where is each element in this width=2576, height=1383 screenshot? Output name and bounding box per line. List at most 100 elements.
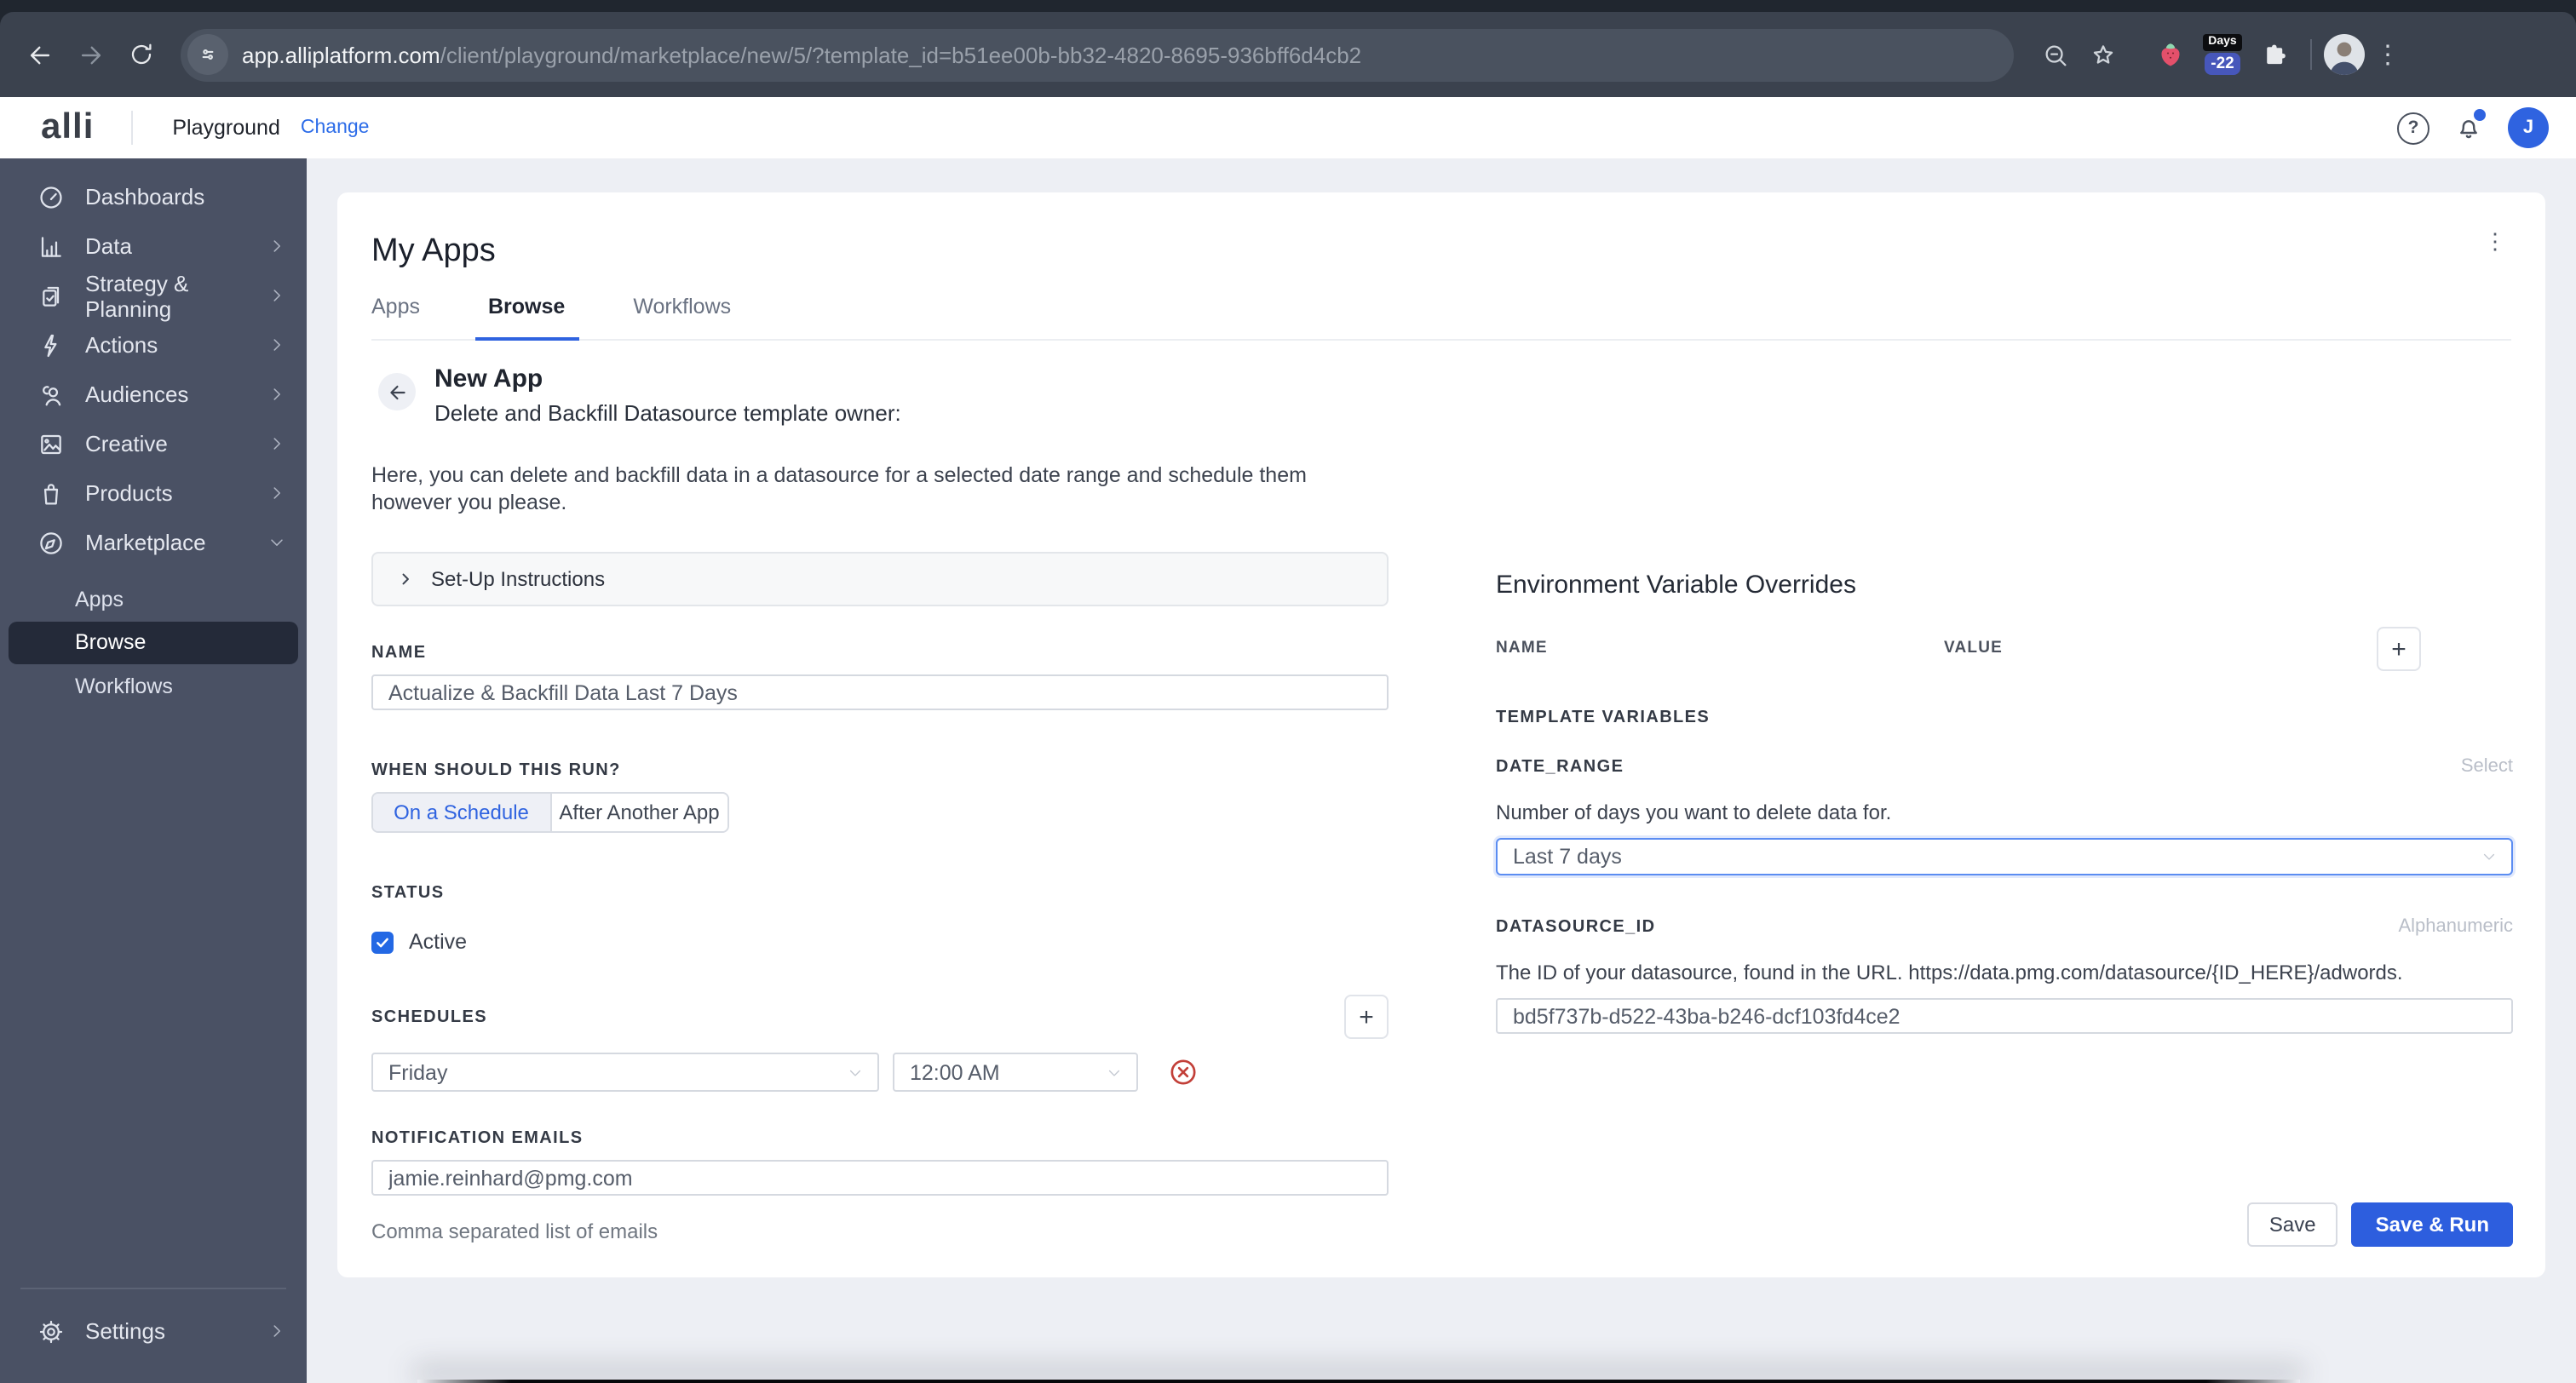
sidebar-item-audiences[interactable]: Audiences xyxy=(0,370,307,419)
chevron-right-icon xyxy=(267,484,286,502)
sidebar-item-dashboards[interactable]: Dashboards xyxy=(0,172,307,221)
sub-item-label: Apps xyxy=(75,587,124,611)
card-menu-kebab-icon[interactable]: ⋮ xyxy=(2484,230,2506,252)
dock-shadow xyxy=(417,1379,2300,1383)
chevron-down-icon xyxy=(2481,848,2498,865)
chevron-right-icon xyxy=(267,434,286,453)
tab-apps[interactable]: Apps xyxy=(371,295,420,339)
date-range-type-hint: Select xyxy=(2460,756,2513,777)
env-name-column-header: NAME xyxy=(1496,639,1548,657)
help-icon[interactable]: ? xyxy=(2397,112,2429,144)
browser-reload-button[interactable] xyxy=(116,29,167,80)
datasource-description: The ID of your datasource, found in the … xyxy=(1496,961,2403,984)
browser-profile-avatar[interactable] xyxy=(2324,34,2365,75)
lightning-icon xyxy=(37,331,65,359)
app-description: Here, you can delete and backfill data i… xyxy=(371,463,1307,514)
environment-column: Environment Variable Overrides NAME VALU… xyxy=(1496,356,2513,1034)
date-range-value: Last 7 days xyxy=(1513,845,1622,869)
env-overrides-title: Environment Variable Overrides xyxy=(1496,571,1856,600)
name-label: NAME xyxy=(371,644,427,663)
user-avatar[interactable]: J xyxy=(2508,107,2549,148)
remove-schedule-button[interactable] xyxy=(1169,1058,1198,1087)
app-name-input[interactable] xyxy=(371,674,1389,710)
sidebar-item-label: Actions xyxy=(85,332,158,358)
compass-icon xyxy=(37,529,65,556)
add-env-variable-button[interactable]: + xyxy=(2377,627,2421,671)
shopping-bag-icon xyxy=(37,479,65,507)
new-app-title: New App xyxy=(434,364,543,393)
extensions-puzzle-icon[interactable] xyxy=(2251,31,2298,78)
datasource-id-input[interactable] xyxy=(1496,998,2513,1034)
save-and-run-button[interactable]: Save & Run xyxy=(2351,1202,2513,1247)
run-option-on-a-schedule[interactable]: On a Schedule xyxy=(373,794,551,831)
chevron-right-icon xyxy=(267,286,286,305)
address-bar[interactable]: app.alliplatform.com/client/playground/m… xyxy=(181,28,2014,81)
datasource-type-hint: Alphanumeric xyxy=(2398,916,2513,937)
date-range-label: DATE_RANGE xyxy=(1496,758,1624,777)
sidebar-item-creative[interactable]: Creative xyxy=(0,419,307,468)
sidebar-item-products[interactable]: Products xyxy=(0,468,307,518)
sidebar-subitem-browse[interactable]: Browse xyxy=(9,621,298,664)
days-extension-label: Days xyxy=(2203,33,2242,51)
sidebar-item-label: Strategy & Planning xyxy=(85,270,189,321)
back-button[interactable] xyxy=(378,373,416,410)
sidebar-item-actions[interactable]: Actions xyxy=(0,320,307,370)
browser-forward-button[interactable] xyxy=(65,29,116,80)
toolbar-divider xyxy=(2310,39,2312,70)
page-content: My Apps ⋮ Apps Browse Workflows New App … xyxy=(307,158,2576,1383)
sidebar-item-settings[interactable]: Settings xyxy=(0,1306,307,1356)
tab-browse[interactable]: Browse xyxy=(474,295,579,341)
chevron-right-icon xyxy=(397,571,414,588)
browser-menu-kebab-icon[interactable]: ⋮ xyxy=(2375,42,2401,67)
days-extension-badge[interactable]: Days -22 xyxy=(2199,33,2245,76)
notification-dot xyxy=(2472,107,2487,123)
gear-icon xyxy=(37,1317,65,1345)
browser-back-button[interactable] xyxy=(14,29,65,80)
bar-chart-icon xyxy=(37,232,65,260)
screen: app.alliplatform.com/client/playground/m… xyxy=(0,0,2576,1383)
sidebar-subitem-apps[interactable]: Apps xyxy=(0,577,307,621)
sidebar: Dashboards Data Strategy & Planning Acti… xyxy=(0,158,307,1383)
image-icon xyxy=(37,430,65,457)
page-title: My Apps xyxy=(371,233,496,269)
date-range-select[interactable]: Last 7 days xyxy=(1496,838,2513,875)
setup-instructions-label: Set-Up Instructions xyxy=(431,567,606,591)
site-settings-icon[interactable] xyxy=(187,34,228,75)
chevron-right-icon xyxy=(267,336,286,354)
notifications-bell-icon[interactable] xyxy=(2453,107,2487,143)
change-workspace-link[interactable]: Change xyxy=(301,118,370,138)
add-schedule-button[interactable]: + xyxy=(1344,995,1389,1039)
template-owner-subtitle: Delete and Backfill Datasource template … xyxy=(434,400,901,426)
emails-helper-text: Comma separated list of emails xyxy=(371,1219,658,1243)
url-domain: app.alliplatform.com xyxy=(242,42,440,67)
my-apps-card: My Apps ⋮ Apps Browse Workflows New App … xyxy=(337,192,2545,1277)
chevron-down-icon xyxy=(267,533,286,552)
setup-instructions-accordion[interactable]: Set-Up Instructions xyxy=(371,552,1389,606)
active-checkbox[interactable] xyxy=(371,931,394,953)
sidebar-subitem-workflows[interactable]: Workflows xyxy=(0,664,307,708)
run-mode-segmented-control: On a Schedule After Another App xyxy=(371,792,729,833)
strawberry-extension-icon[interactable] xyxy=(2147,31,2194,78)
sidebar-item-data[interactable]: Data xyxy=(0,221,307,271)
bookmark-star-icon[interactable] xyxy=(2079,31,2126,78)
chevron-right-icon xyxy=(267,385,286,404)
template-variables-label: TEMPLATE VARIABLES xyxy=(1496,709,1711,727)
run-option-after-another-app[interactable]: After Another App xyxy=(551,794,727,831)
alli-logo[interactable]: alli xyxy=(41,107,94,148)
schedule-time-select[interactable]: 12:00 AM xyxy=(893,1053,1138,1092)
schedule-time-value: 12:00 AM xyxy=(910,1060,1000,1084)
notification-emails-label: NOTIFICATION EMAILS xyxy=(371,1129,584,1148)
sidebar-item-marketplace[interactable]: Marketplace xyxy=(0,518,307,567)
sidebar-item-strategy-planning[interactable]: Strategy & Planning xyxy=(0,270,307,321)
chevron-right-icon xyxy=(267,1322,286,1340)
url-path: /client/playground/marketplace/new/5/?te… xyxy=(440,42,1362,67)
schedule-day-select[interactable]: Friday xyxy=(371,1053,879,1092)
save-button[interactable]: Save xyxy=(2246,1202,2338,1247)
zoom-out-icon[interactable] xyxy=(2031,31,2079,78)
sidebar-item-label: Creative xyxy=(85,431,168,456)
sub-item-label: Workflows xyxy=(75,674,173,698)
datasource-id-label: DATASOURCE_ID xyxy=(1496,918,1656,937)
browser-chrome: app.alliplatform.com/client/playground/m… xyxy=(0,0,2576,97)
notification-emails-input[interactable] xyxy=(371,1160,1389,1196)
tab-workflows[interactable]: Workflows xyxy=(633,295,731,339)
